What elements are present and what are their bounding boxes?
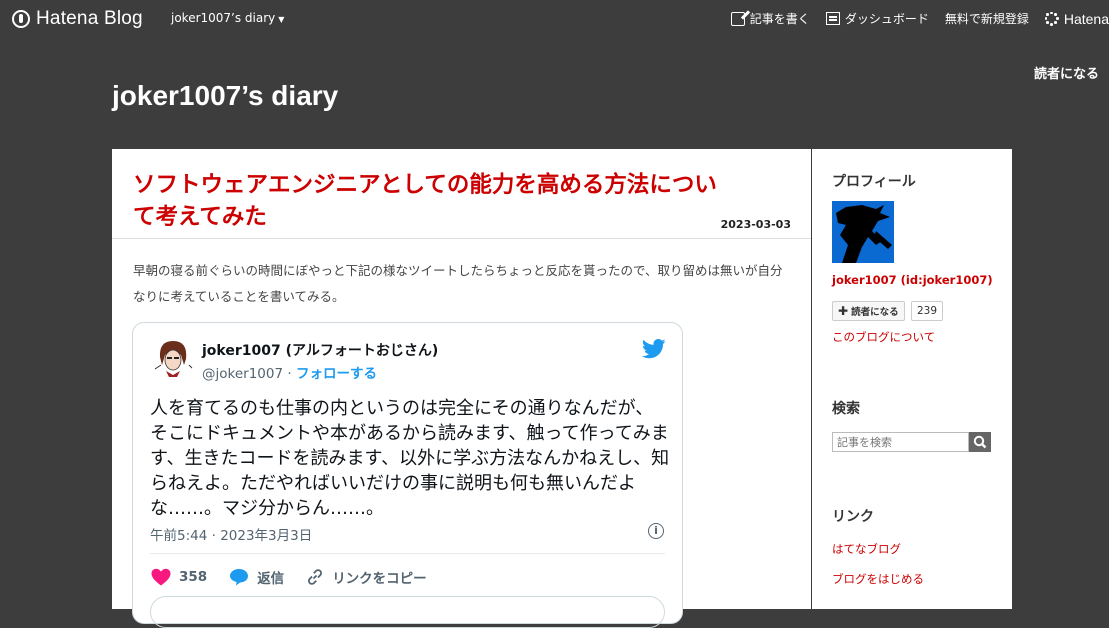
tweet-handle[interactable]: @joker1007 [202,366,283,382]
tweet-text: 人を育てるのも仕事の内というのは完全にその通りなんだが、そこにドキュメントや本が… [150,398,670,519]
tweet-read-more-button[interactable] [150,596,665,628]
link-start-blog[interactable]: ブログをはじめる [832,571,924,587]
entry-date[interactable]: 2023-03-03 [721,218,791,231]
tweet-separator: · [287,366,292,382]
blog-title[interactable]: joker1007’s diary [112,80,338,112]
reply-bubble-icon [230,569,249,586]
search-icon [973,435,987,449]
global-nav: 記事を書く ダッシュボード 無料で新規登録 Hatena [730,10,1109,27]
tweet-author-name[interactable]: joker1007 (アルフォートおじさん) [202,340,438,360]
profile-name-link[interactable]: joker1007 (id:joker1007) [832,273,993,287]
write-entry-link[interactable]: 記事を書く [730,10,810,27]
twitter-bird-icon[interactable] [641,339,666,363]
reply-button[interactable]: 返信 [229,567,284,587]
plus-icon: ✚ [838,304,849,318]
register-label: 無料で新規登録 [944,12,1029,26]
tweet-divider [150,553,665,554]
reply-label: 返信 [257,571,285,587]
copy-link-label: リンクをコピー [332,571,427,587]
global-header: Hatena Blog joker1007’s diary ▼ 記事を書く ダッシ… [0,0,1109,38]
logo-text: Hatena Blog [36,8,143,29]
search-input[interactable] [832,432,969,452]
like-count: 358 [179,569,208,585]
tweet-handle-line: @joker1007 · フォローする [202,362,377,382]
sidebar: プロフィール joker1007 (id:joker1007) ✚ 読者になる … [812,149,1012,609]
tweet-actions: 358 返信 リンクをコピー [151,567,427,587]
entry-intro: 早朝の寝る前ぐらいの時間にぼやっと下記の様なツイートしたらちょっと反応を貰ったの… [133,263,783,304]
dashboard-icon [825,12,840,25]
dashboard-label: ダッシュボード [844,12,929,26]
blog-menu-label: joker1007’s diary [171,11,276,25]
entry-title[interactable]: ソフトウェアエンジニアとしての能力を高める方法について考えてみた [133,169,723,233]
profile-heading: プロフィール [832,174,916,190]
links-heading: リンク [832,509,874,525]
about-blog-link[interactable]: このブログについて [832,329,935,345]
like-button[interactable]: 358 [151,568,207,586]
entry-article: ソフトウェアエンジニアとしての能力を高める方法について考えてみた 2023-03… [112,149,811,628]
subscribe-button-header[interactable]: 読者になる [1034,63,1099,82]
hatena-label: Hatena [1063,10,1109,27]
hatena-blog-logo[interactable]: Hatena Blog [12,8,143,30]
profile-image[interactable] [832,201,894,263]
caret-down-icon: ▼ [278,15,285,24]
blog-menu-dropdown[interactable]: joker1007’s diary ▼ [171,11,284,25]
embedded-tweet[interactable]: joker1007 (アルフォートおじさん) @joker1007 · フォロー… [132,322,683,628]
copy-link-button[interactable]: リンクをコピー [306,567,427,587]
entry-header: ソフトウェアエンジニアとしての能力を高める方法について考えてみた 2023-03… [112,149,811,239]
search-heading: 検索 [832,401,860,417]
hatena-blog-logo-icon [12,10,30,28]
tweet-follow-link[interactable]: フォローする [296,366,377,382]
register-link[interactable]: 無料で新規登録 [945,10,1029,27]
write-entry-label: 記事を書く [749,12,810,26]
search-button[interactable] [969,432,991,452]
hatena-link[interactable]: Hatena [1044,10,1109,27]
subscribe-label: 読者になる [851,307,899,318]
link-icon [308,569,323,585]
info-icon[interactable]: i [648,523,664,539]
link-hatena-blog[interactable]: はてなブログ [832,541,901,557]
tweet-timestamp[interactable]: 午前5:44 · 2023年3月3日 [150,524,312,544]
dashboard-link[interactable]: ダッシュボード [825,10,929,27]
tweet-avatar[interactable] [151,335,195,379]
subscribe-button[interactable]: ✚ 読者になる [832,301,905,321]
heart-icon [151,568,171,586]
subscriber-count[interactable]: 239 [911,301,944,321]
hatena-dots-icon [1044,11,1059,26]
edit-icon [730,11,745,26]
